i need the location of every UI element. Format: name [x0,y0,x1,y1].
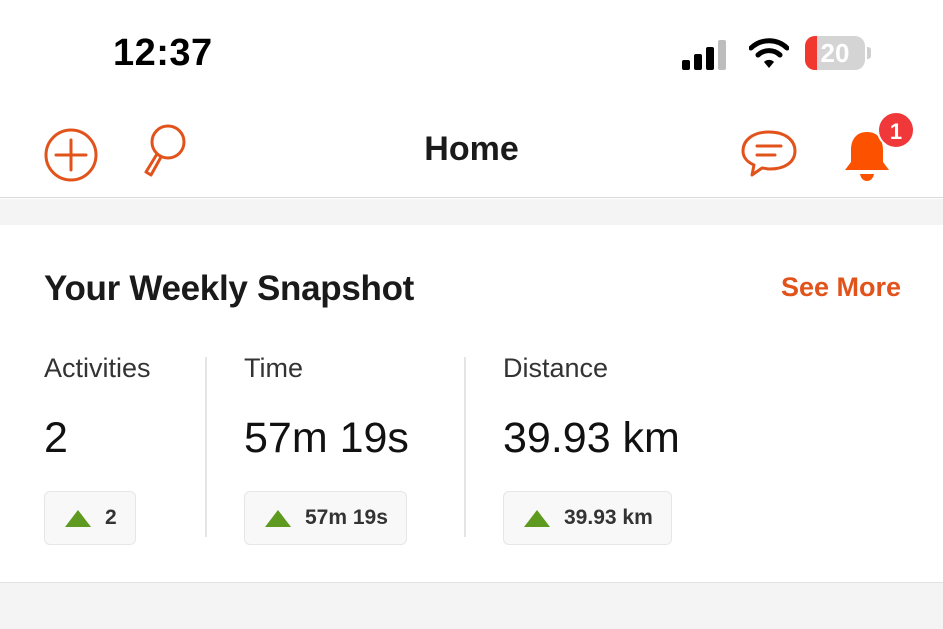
stat-activities: Activities 2 2 [44,353,151,545]
trend-up-icon [524,509,550,527]
cellular-signal-icon [682,40,726,70]
battery-indicator: 20 [805,36,871,70]
see-more-link[interactable]: See More [781,272,901,303]
stat-time: Time 57m 19s 57m 19s [244,353,409,545]
change-chip: 39.93 km [503,491,672,545]
status-time: 12:37 [113,32,213,74]
chat-icon[interactable] [740,128,798,180]
battery-level-text: 20 [820,38,850,68]
trend-up-icon [265,509,291,527]
stat-value: 2 [44,414,68,462]
divider [464,357,466,537]
battery-body: 20 [805,36,865,70]
stat-distance: Distance 39.93 km 39.93 km [503,353,680,545]
nav-bar: Home [0,100,943,198]
divider [205,357,207,537]
status-bar: 12:37 20 [0,0,943,100]
stat-label: Activities [44,353,151,383]
stat-label: Time [244,353,303,383]
notification-badge: 1 [877,111,915,149]
card-title: Your Weekly Snapshot [44,269,415,308]
next-section-peek [0,582,943,629]
battery-nub [867,47,871,59]
change-chip: 2 [44,491,136,545]
change-value: 57m 19s [305,506,388,529]
change-value: 2 [105,506,117,529]
change-value: 39.93 km [564,506,653,529]
wifi-icon [749,38,789,68]
stat-value: 39.93 km [503,414,680,462]
weekly-snapshot-card: Your Weekly Snapshot See More Activities… [0,225,943,582]
section-gap [0,199,943,225]
change-chip: 57m 19s [244,491,407,545]
page-title: Home [424,130,519,168]
trend-up-icon [65,509,91,527]
stat-value: 57m 19s [244,414,409,462]
stat-label: Distance [503,353,609,383]
